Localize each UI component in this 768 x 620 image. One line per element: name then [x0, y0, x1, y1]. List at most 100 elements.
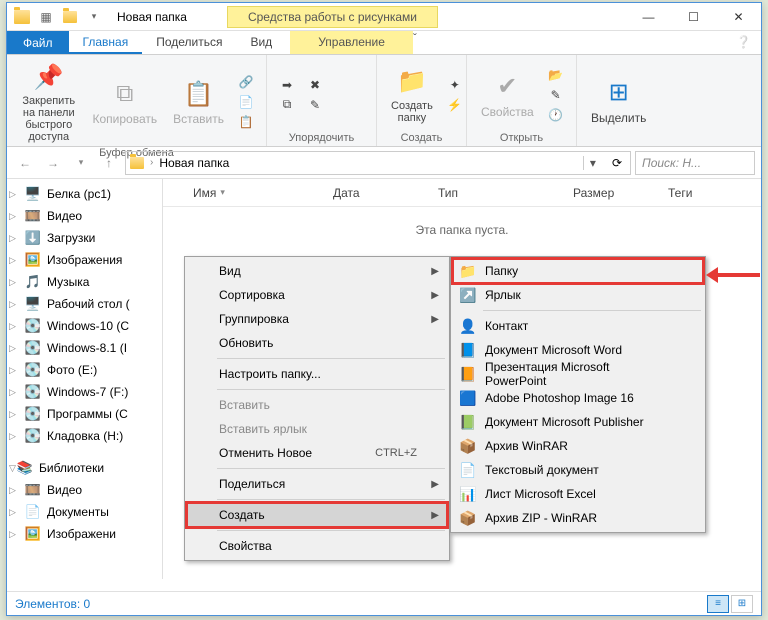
- file-tab[interactable]: Файл: [7, 31, 69, 54]
- statusbar: Элементов: 0 ≡ ⊞: [7, 591, 761, 615]
- dropdown-icon[interactable]: ▾: [583, 156, 602, 170]
- menu-item[interactable]: Отменить НовоеCTRL+Z: [187, 441, 447, 465]
- menu-item[interactable]: Поделиться▶: [187, 472, 447, 496]
- menu-item[interactable]: 📊Лист Microsoft Excel: [453, 482, 703, 506]
- tree-item[interactable]: ▷🖥️Белка (pc1): [7, 183, 162, 205]
- new-folder-button[interactable]: 📁Создать папку: [385, 59, 439, 130]
- tree-item-icon: 🖼️: [25, 526, 41, 542]
- context-menu: Вид▶Сортировка▶Группировка▶Обновить Настр…: [184, 256, 450, 561]
- tree-item[interactable]: ▷🎵Музыка: [7, 271, 162, 293]
- col-size[interactable]: Размер: [573, 186, 668, 200]
- delete-icon[interactable]: ✖: [303, 76, 327, 94]
- folder-icon: [130, 157, 144, 169]
- details-view-button[interactable]: ≡: [707, 595, 729, 613]
- tree-item[interactable]: ▷🎞️Видео: [7, 479, 162, 501]
- tree-item[interactable]: ▷💽Кладовка (H:): [7, 425, 162, 447]
- tree-item-icon: 🖼️: [25, 252, 41, 268]
- forward-button[interactable]: →: [41, 151, 65, 175]
- menu-item[interactable]: Создать▶: [187, 503, 447, 527]
- menu-item[interactable]: 👤Контакт: [453, 314, 703, 338]
- tree-item-label: Windows-7 (F:): [47, 385, 128, 399]
- menu-item[interactable]: 📙Презентация Microsoft PowerPoint: [453, 362, 703, 386]
- home-tab[interactable]: Главная: [69, 31, 143, 54]
- paste-link-icon[interactable]: 📋: [234, 113, 258, 131]
- menu-item[interactable]: 📁Папку: [453, 259, 703, 283]
- menu-item[interactable]: Вид▶: [187, 259, 447, 283]
- organize-group-label: Упорядочить: [275, 130, 368, 144]
- tree-item[interactable]: ▷🖼️Изображени: [7, 523, 162, 545]
- qat-dropdown-icon[interactable]: ▾: [83, 6, 105, 28]
- tree-item[interactable]: ▽📚Библиотеки: [7, 457, 162, 479]
- tree-item[interactable]: ▷💽Windows-7 (F:): [7, 381, 162, 403]
- menu-item[interactable]: 📗Документ Microsoft Publisher: [453, 410, 703, 434]
- menu-item[interactable]: Настроить папку...: [187, 362, 447, 386]
- qat-properties-icon[interactable]: ▦: [35, 6, 57, 28]
- select-button[interactable]: ⊞Выделить: [585, 59, 652, 142]
- pin-button[interactable]: 📌Закрепить на панели быстрого доступа: [15, 59, 83, 145]
- copy-button[interactable]: ⧉Копировать: [87, 59, 164, 145]
- col-name[interactable]: Имя ▾: [193, 186, 333, 200]
- copy-to-icon[interactable]: ⧉: [275, 96, 299, 114]
- tree-item[interactable]: ▷📄Документы: [7, 501, 162, 523]
- menu-item[interactable]: Группировка▶: [187, 307, 447, 331]
- address-bar[interactable]: › Новая папка ▾ ⟳: [125, 151, 631, 175]
- menu-item-icon: 🟦: [459, 389, 477, 407]
- paste-shortcut-icon[interactable]: 🔗: [234, 73, 258, 91]
- view-tab[interactable]: Вид: [236, 31, 286, 54]
- tree-item[interactable]: ▷🎞️Видео: [7, 205, 162, 227]
- menu-item-icon: 📁: [459, 262, 477, 280]
- breadcrumb-path[interactable]: Новая папка: [159, 156, 229, 170]
- move-to-icon[interactable]: ➡: [275, 76, 299, 94]
- share-tab[interactable]: Поделиться: [142, 31, 236, 54]
- properties-button[interactable]: ✔Свойства: [475, 59, 540, 130]
- new-item-icon[interactable]: ✦: [443, 76, 467, 94]
- paste-button[interactable]: 📋Вставить: [167, 59, 230, 145]
- tree-item-icon: 🎵: [25, 274, 41, 290]
- rename-icon[interactable]: ✎: [303, 96, 327, 114]
- copy-path-icon[interactable]: 📄: [234, 93, 258, 111]
- back-button[interactable]: ←: [13, 151, 37, 175]
- manage-tab[interactable]: Управление: [290, 31, 413, 54]
- tree-item[interactable]: ▷🖥️Рабочий стол (: [7, 293, 162, 315]
- menu-item[interactable]: 🟦Adobe Photoshop Image 16: [453, 386, 703, 410]
- up-button[interactable]: ↑: [97, 151, 121, 175]
- col-tags[interactable]: Теги: [668, 186, 700, 200]
- qat-newfolder-icon[interactable]: [59, 6, 81, 28]
- col-date[interactable]: Дата: [333, 186, 438, 200]
- menu-item[interactable]: 📄Текстовый документ: [453, 458, 703, 482]
- refresh-icon[interactable]: ⟳: [608, 156, 626, 170]
- icons-view-button[interactable]: ⊞: [731, 595, 753, 613]
- titlebar: ▦ ▾ Новая папка Средства работы с рисунк…: [7, 3, 761, 31]
- edit-icon[interactable]: ✎: [544, 86, 568, 104]
- tree-item[interactable]: ▷💽Фото (E:): [7, 359, 162, 381]
- search-input[interactable]: Поиск: Н...: [635, 151, 755, 175]
- menu-item[interactable]: 📘Документ Microsoft Word: [453, 338, 703, 362]
- tree-item[interactable]: ▷💽Windows-10 (C: [7, 315, 162, 337]
- open-icon[interactable]: 📂: [544, 66, 568, 84]
- menu-item[interactable]: ↗️Ярлык: [453, 283, 703, 307]
- history-icon[interactable]: 🕐: [544, 106, 568, 124]
- tree-item[interactable]: ▷💽Программы (C: [7, 403, 162, 425]
- menu-item[interactable]: 📦Архив WinRAR: [453, 434, 703, 458]
- recent-dropdown[interactable]: ▾: [69, 151, 93, 175]
- tree-item[interactable]: ▷⬇️Загрузки: [7, 227, 162, 249]
- select-icon: ⊞: [603, 77, 635, 109]
- easy-access-icon[interactable]: ⚡: [443, 96, 467, 114]
- minimize-button[interactable]: —: [626, 3, 671, 31]
- menu-item-label: Вид: [219, 264, 241, 278]
- menu-item[interactable]: Обновить: [187, 331, 447, 355]
- menu-item[interactable]: Сортировка▶: [187, 283, 447, 307]
- col-type[interactable]: Тип: [438, 186, 573, 200]
- folder-icon: [11, 6, 33, 28]
- nav-tree[interactable]: ▷🖥️Белка (pc1)▷🎞️Видео▷⬇️Загрузки▷🖼️Изоб…: [7, 179, 163, 579]
- tree-item[interactable]: ▷🖼️Изображения: [7, 249, 162, 271]
- close-button[interactable]: ✕: [716, 3, 761, 31]
- help-icon[interactable]: ❔: [726, 31, 761, 54]
- tree-item-label: Кладовка (H:): [47, 429, 123, 443]
- menu-item[interactable]: Свойства: [187, 534, 447, 558]
- tree-item[interactable]: ▷💽Windows-8.1 (I: [7, 337, 162, 359]
- menu-item[interactable]: 📦Архив ZIP - WinRAR: [453, 506, 703, 530]
- maximize-button[interactable]: ☐: [671, 3, 716, 31]
- ribbon-collapse-icon[interactable]: ˇ: [413, 31, 417, 54]
- menu-item-label: Отменить Новое: [219, 446, 312, 460]
